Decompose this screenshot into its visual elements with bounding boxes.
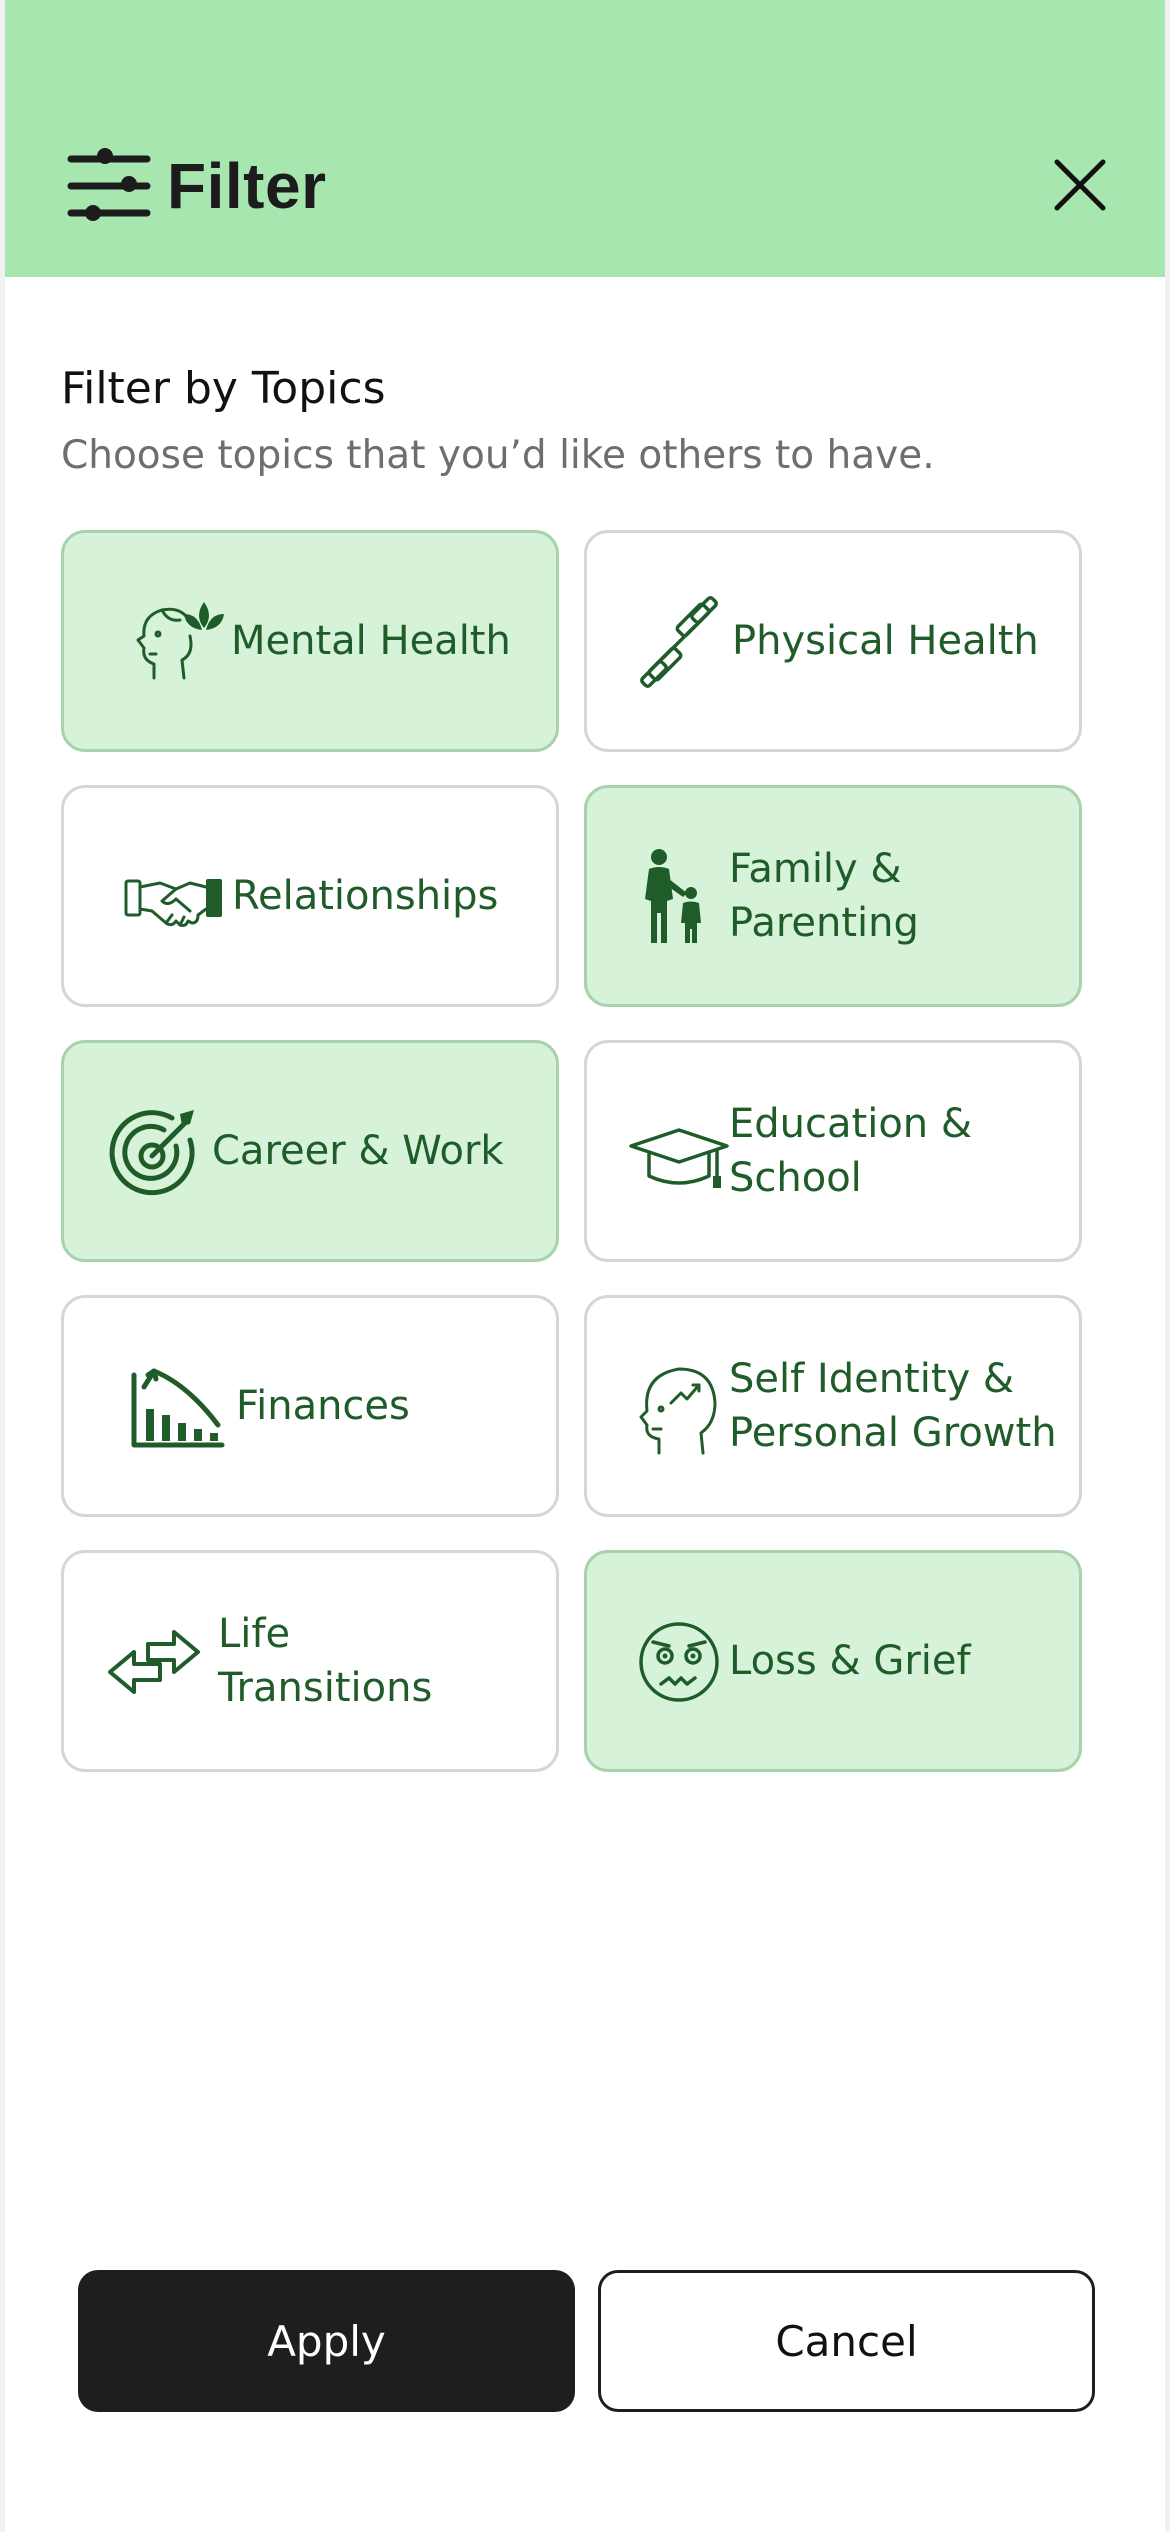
cancel-button[interactable]: Cancel [598,2270,1095,2412]
dumbbell-icon [640,596,718,688]
topic-chip-physical-health[interactable]: Physical Health [584,530,1082,752]
topic-chip-loss-grief[interactable]: Loss & Grief [584,1550,1082,1772]
apply-button[interactable]: Apply [78,2270,575,2412]
section-title: Filter by Topics [61,363,386,414]
topic-chip-mental-health[interactable]: Mental Health [61,530,559,752]
topic-chip-career-work[interactable]: Career & Work [61,1040,559,1262]
topic-label: Relationships [232,873,499,919]
target-icon [109,1110,195,1196]
topic-label: Education & School [729,1101,973,1201]
topic-label: Finances [236,1383,410,1429]
topic-label: Physical Health [732,618,1039,664]
topic-chip-finances[interactable]: Finances [61,1295,559,1517]
topic-label: Self Identity & Personal Growth [729,1356,1057,1456]
topic-label: Mental Health [231,618,511,664]
close-icon[interactable] [1045,150,1115,220]
sad-face-icon [639,1622,719,1702]
topic-label: Life Transitions [218,1611,433,1711]
topic-chip-relationships[interactable]: Relationships [61,785,559,1007]
topic-chip-education-school[interactable]: Education & School [584,1040,1082,1262]
finance-chart-icon [131,1368,225,1448]
section-subtitle: Choose topics that you’d like others to … [61,433,935,478]
filter-sheet: Filter Filter by Topics Choose topics th… [5,0,1165,2532]
filter-header: Filter [5,0,1165,277]
topic-label: Loss & Grief [729,1638,971,1684]
topic-label: Family & Parenting [729,846,919,946]
topic-chip-life-transitions[interactable]: Life Transitions [61,1550,559,1772]
handshake-icon [124,879,222,927]
topic-label: Career & Work [212,1128,504,1174]
graduation-cap-icon [629,1128,729,1188]
page-title: Filter [167,150,327,222]
sliders-icon [67,148,151,221]
head-growth-icon [639,1367,717,1455]
topic-chip-self-identity-growth[interactable]: Self Identity & Personal Growth [584,1295,1082,1517]
swap-arrows-icon [108,1630,200,1694]
mental-health-icon [136,602,224,680]
topic-chip-family-parenting[interactable]: Family & Parenting [584,785,1082,1007]
parent-child-icon [645,849,701,943]
